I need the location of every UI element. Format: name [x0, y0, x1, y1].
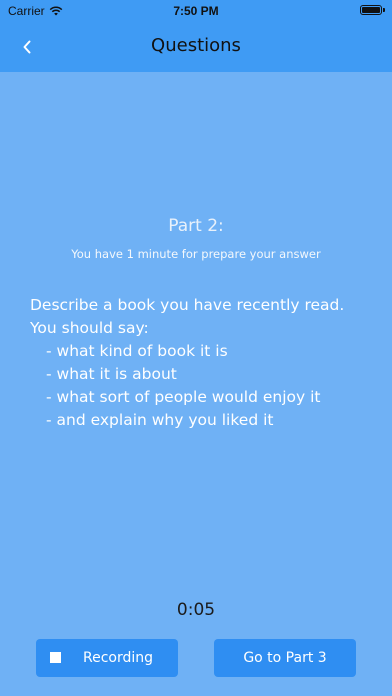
part-subtitle: You have 1 minute for prepare your answe… [71, 247, 321, 261]
battery-icon [360, 5, 385, 15]
question-bullet: - what sort of people would enjoy it [46, 388, 321, 406]
question-bullet: - what it is about [46, 365, 177, 383]
question-bullet: - what kind of book it is [46, 342, 228, 360]
status-bar: Carrier 7:50 PM [0, 0, 392, 22]
recording-button-label: Recording [82, 650, 154, 666]
question-card: Describe a book you have recently read. … [30, 294, 375, 432]
recording-button[interactable]: Recording [36, 639, 178, 677]
go-to-part-3-label: Go to Part 3 [243, 650, 327, 666]
nav-bar: Questions [0, 22, 392, 72]
question-line: Describe a book you have recently read. [30, 296, 345, 314]
timer-display: 0:05 [176, 600, 216, 620]
question-bullet: - and explain why you liked it [46, 411, 274, 429]
stop-icon [50, 652, 61, 663]
page-title: Questions [151, 35, 241, 56]
question-line: You should say: [30, 319, 149, 337]
go-to-part-3-button[interactable]: Go to Part 3 [214, 639, 356, 677]
part-title: Part 2: [168, 216, 224, 236]
status-time: 7:50 PM [173, 4, 219, 18]
